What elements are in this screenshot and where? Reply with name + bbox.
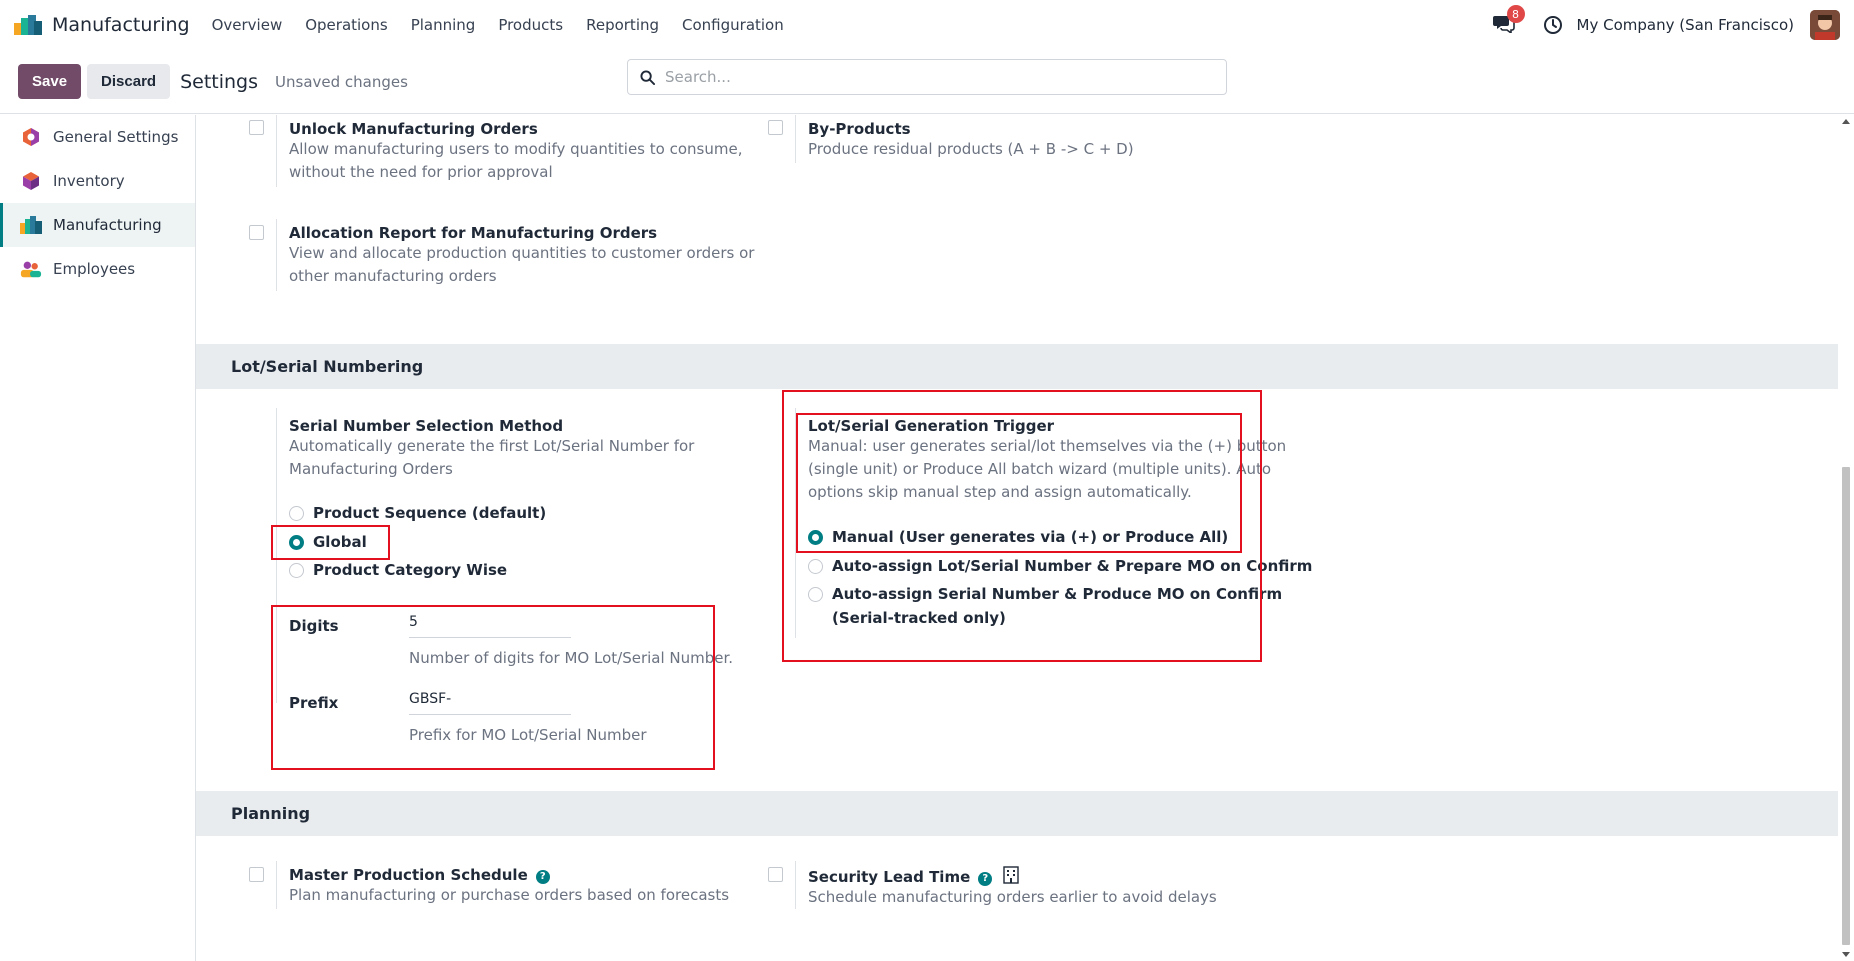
selection-method-desc: Manufacturing Orders xyxy=(289,460,453,478)
discard-button[interactable]: Discard xyxy=(87,64,171,99)
divider xyxy=(276,115,277,187)
radio-button[interactable] xyxy=(289,505,304,521)
menu-reporting[interactable]: Reporting xyxy=(586,16,659,34)
help-icon[interactable]: ? xyxy=(535,869,550,884)
security-lead-time-title: Security Lead Time? xyxy=(808,866,1217,886)
search-input[interactable]: Search... xyxy=(627,59,1227,95)
messaging-button[interactable]: 8 xyxy=(1492,5,1525,37)
radio-product-category-wise[interactable]: Product Category Wise xyxy=(289,561,507,579)
menu-overview[interactable]: Overview xyxy=(212,16,283,34)
scroll-thumb[interactable] xyxy=(1842,467,1850,945)
avatar-face-icon xyxy=(1810,10,1840,40)
page-title: Settings xyxy=(180,70,259,93)
sidebar-item-general-settings[interactable]: General Settings xyxy=(0,115,195,159)
help-icon[interactable]: ? xyxy=(978,871,993,886)
radio-label: Product Category Wise xyxy=(313,561,508,579)
radio-label: Product Sequence (default) xyxy=(313,504,547,522)
unlock-mo-desc: without the need for prior approval xyxy=(289,163,553,181)
sidebar-item-label: Manufacturing xyxy=(53,216,162,234)
selection-method-desc: Automatically generate the first Lot/Ser… xyxy=(289,437,695,455)
notification-badge: 8 xyxy=(1506,5,1525,23)
sidebar-item-label: General Settings xyxy=(53,128,179,146)
selection-method-title: Serial Number Selection Method xyxy=(289,417,564,435)
allocation-report-title: Allocation Report for Manufacturing Orde… xyxy=(289,224,658,242)
employees-icon xyxy=(20,258,42,280)
security-lead-time-title-text: Security Lead Time xyxy=(808,868,971,886)
settings-content: Unlock Manufacturing Orders Allow manufa… xyxy=(196,115,1838,961)
divider xyxy=(795,861,796,909)
security-lead-time-checkbox[interactable] xyxy=(768,867,783,882)
control-panel: Save Discard Settings Unsaved changes Se… xyxy=(0,50,1854,114)
unlock-mo-title: Unlock Manufacturing Orders xyxy=(289,120,538,138)
highlight-box-trigger-inner xyxy=(796,413,1242,553)
section-lot-serial-numbering: Lot/Serial Numbering xyxy=(196,344,1838,389)
allocation-report-desc: View and allocate production quantities … xyxy=(289,244,755,262)
search-placeholder: Search... xyxy=(665,68,731,86)
sidebar-item-inventory[interactable]: Inventory xyxy=(0,159,195,203)
settings-sidebar: General Settings Inventory Manufacturing… xyxy=(0,115,196,961)
sidebar-item-label: Employees xyxy=(53,260,136,278)
manufacturing-app-icon[interactable] xyxy=(14,15,42,35)
clock-icon[interactable] xyxy=(1543,15,1563,35)
by-products-desc: Produce residual products (A + B -> C + … xyxy=(808,140,1134,158)
by-products-title: By-Products xyxy=(808,120,911,138)
save-button[interactable]: Save xyxy=(18,64,82,99)
mps-title: Master Production Schedule? xyxy=(289,866,729,884)
vertical-scrollbar[interactable] xyxy=(1838,115,1854,961)
allocation-report-checkbox[interactable] xyxy=(249,225,264,240)
general-settings-icon xyxy=(20,126,42,148)
security-lead-time-desc: Schedule manufacturing orders earlier to… xyxy=(808,888,1217,906)
app-name[interactable]: Manufacturing xyxy=(52,14,190,36)
unlock-mo-checkbox[interactable] xyxy=(249,120,264,135)
mps-desc: Plan manufacturing or purchase orders ba… xyxy=(289,886,730,904)
menu-planning[interactable]: Planning xyxy=(411,16,476,34)
user-avatar[interactable] xyxy=(1810,10,1840,40)
radio-product-sequence[interactable]: Product Sequence (default) xyxy=(289,504,546,522)
by-products-checkbox[interactable] xyxy=(768,120,783,135)
menu-operations[interactable]: Operations xyxy=(305,16,387,34)
highlight-box-digits-prefix xyxy=(271,605,715,770)
inventory-icon xyxy=(20,170,42,192)
scroll-up-icon[interactable] xyxy=(1842,119,1850,124)
sidebar-item-label: Inventory xyxy=(53,172,125,190)
sidebar-item-manufacturing[interactable]: Manufacturing xyxy=(0,203,195,247)
menu-products[interactable]: Products xyxy=(498,16,563,34)
scroll-down-icon[interactable] xyxy=(1842,952,1850,957)
menu-configuration[interactable]: Configuration xyxy=(682,16,784,34)
section-planning: Planning xyxy=(196,791,1838,836)
highlight-box-global xyxy=(271,525,390,560)
manufacturing-icon xyxy=(20,214,42,236)
divider xyxy=(276,861,277,909)
top-navbar: Manufacturing Overview Operations Planni… xyxy=(0,0,1854,50)
sidebar-item-employees[interactable]: Employees xyxy=(0,247,195,291)
divider xyxy=(276,219,277,291)
allocation-report-desc: other manufacturing orders xyxy=(289,267,497,285)
unsaved-status: Unsaved changes xyxy=(275,72,408,91)
unlock-mo-desc: Allow manufacturing users to modify quan… xyxy=(289,140,743,158)
divider xyxy=(795,115,796,163)
mps-title-text: Master Production Schedule xyxy=(289,866,528,884)
company-building-icon xyxy=(1003,866,1020,884)
search-icon xyxy=(640,69,655,85)
radio-button[interactable] xyxy=(289,562,304,578)
mps-checkbox[interactable] xyxy=(249,867,264,882)
company-switcher[interactable]: My Company (San Francisco) xyxy=(1577,16,1794,34)
